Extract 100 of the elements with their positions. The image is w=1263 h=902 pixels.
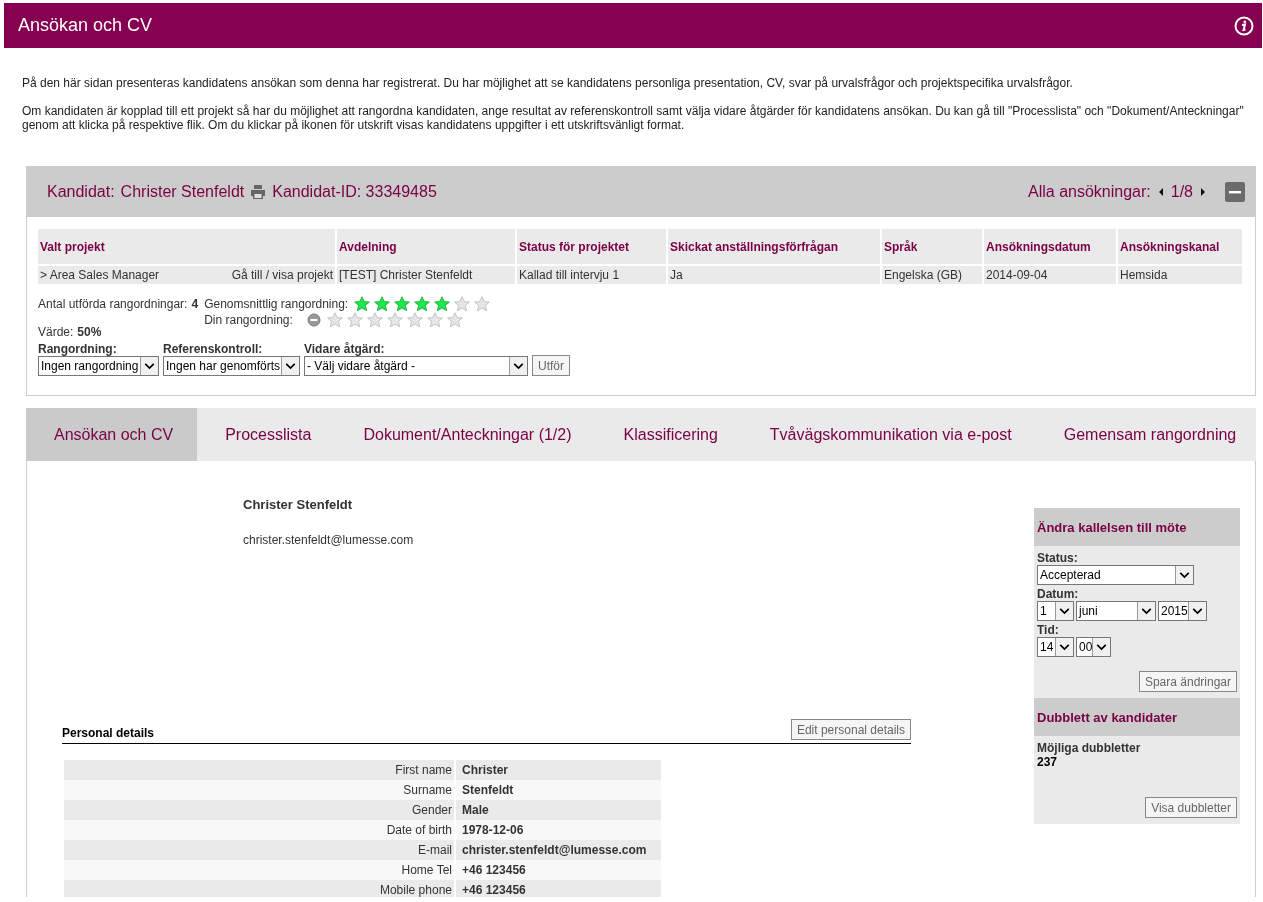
- page-title: Ansökan och CV: [18, 15, 153, 36]
- value-text: 50%: [77, 325, 102, 339]
- intro-paragraph: Om kandidaten är kopplad till ett projekt så har du möjlighet att rangordna kandidaten, ange resultat av referenskontroll samt välja vidare åtgärder för kandidatens ansökan. Du kan gå till "Processlista" och "Dokument/Anteckningar" genom att klicka på respektive flik. Om du klickar på ikonen för utskrift visas kandidatens uppgifter i ett utskriftsvänligt format.: [22, 104, 1245, 132]
- field-label: Tid:: [1037, 623, 1060, 637]
- tab[interactable]: Dokument/Anteckningar (1/2): [335, 408, 596, 461]
- field-value: christer.stenfeldt@lumesse.com: [456, 840, 661, 860]
- field-label: Rangordning:: [38, 342, 118, 356]
- project-link[interactable]: Gå till / visa projekt: [231, 268, 333, 282]
- caret-icon: [1175, 566, 1193, 584]
- dropdown[interactable]: 00: [1076, 637, 1111, 657]
- save-button[interactable]: Spara ändringar: [1138, 671, 1237, 692]
- pager-count: 1/8: [1170, 183, 1193, 201]
- next-button[interactable]: [1199, 186, 1207, 198]
- candidate-name: Christer Stenfeldt: [120, 183, 245, 201]
- column-header: Valt projekt: [38, 229, 335, 264]
- duplicates-count: 237: [1037, 755, 1059, 769]
- column-header: Ansökningskanal: [1118, 229, 1242, 264]
- field-label: Vidare åtgärd:: [304, 342, 386, 356]
- star-icon: [394, 296, 411, 312]
- printer-icon[interactable]: [250, 184, 267, 200]
- candidate-name: Christer Stenfeldt: [243, 497, 354, 512]
- field-label: E-mail: [64, 840, 454, 860]
- field-label: Gender: [64, 800, 454, 820]
- field-label: First name: [64, 760, 454, 780]
- candidate-label: Kandidat:: [47, 183, 115, 201]
- dropdown[interactable]: 1: [1037, 601, 1074, 621]
- table-cell: Kallad till intervju 1: [517, 266, 666, 284]
- section-title: Personal details: [62, 726, 155, 740]
- collapse-button[interactable]: [1225, 182, 1245, 202]
- field-label: Datum:: [1037, 587, 1080, 601]
- field-value: +46 123456: [456, 860, 661, 880]
- field-value: 1978-12-06: [456, 820, 661, 840]
- field-label: Mobile phone: [64, 880, 454, 897]
- show-duplicates-button[interactable]: Visa dubbletter: [1145, 797, 1237, 818]
- table-cell: Engelska (GB): [882, 266, 982, 284]
- star-icon: [406, 312, 423, 328]
- dropdown[interactable]: 14: [1037, 637, 1074, 657]
- dropdown[interactable]: Accepterad: [1037, 565, 1194, 585]
- star-icon: [434, 296, 451, 312]
- dropdown[interactable]: juni: [1076, 601, 1156, 621]
- caret-icon: [1188, 602, 1206, 620]
- star-icon: [446, 312, 463, 328]
- column-header: Skickat anställningsförfrågan: [668, 229, 880, 264]
- star-icon: [326, 312, 343, 328]
- tab[interactable]: Klassificering: [595, 408, 742, 461]
- caret-icon: [1055, 638, 1073, 656]
- field-label: Referenskontroll:: [163, 342, 264, 356]
- tab[interactable]: Tvåvägskommunikation via e-post: [741, 408, 1036, 461]
- ratings-count: 4: [191, 297, 199, 311]
- table-cell: [TEST] Christer Stenfeldt: [337, 266, 515, 284]
- column-header: Språk: [882, 229, 982, 264]
- tab[interactable]: Ansökan och CV: [26, 408, 198, 461]
- star-icon: [374, 296, 391, 312]
- panel-title: Ändra kallelsen till möte: [1034, 508, 1240, 546]
- applications-label: Alla ansökningar:: [1028, 183, 1151, 201]
- star-icon: [366, 312, 383, 328]
- candidate-email: christer.stenfeldt@lumesse.com: [243, 533, 415, 547]
- star-icon: [386, 312, 403, 328]
- field-value: Stenfeldt: [456, 780, 661, 800]
- star-icon: [354, 296, 371, 312]
- star-icon: [414, 296, 431, 312]
- dropdown[interactable]: Ingen har genomförts: [163, 356, 300, 376]
- star-icon: [426, 312, 443, 328]
- star-icon: [346, 312, 363, 328]
- field-value: Christer: [456, 760, 661, 780]
- duplicates-label: Möjliga dubbletter: [1037, 741, 1142, 755]
- caret-icon: [140, 357, 158, 375]
- tab[interactable]: Processlista: [197, 408, 336, 461]
- candidate-id: Kandidat-ID: 33349485: [272, 183, 437, 201]
- info-icon[interactable]: [1234, 15, 1254, 36]
- field-label: Home Tel: [64, 860, 454, 880]
- project-name: > Area Sales Manager: [40, 268, 160, 282]
- caret-icon: [1055, 602, 1073, 620]
- panel-title: Dubblett av kandidater: [1034, 698, 1240, 736]
- column-header: Avdelning: [337, 229, 515, 264]
- star-rating[interactable]: [354, 296, 491, 312]
- star-rating[interactable]: [326, 312, 463, 328]
- dropdown[interactable]: - Välj vidare åtgärd -: [304, 356, 528, 376]
- caret-icon: [1092, 638, 1110, 656]
- table-cell: 2014-09-04: [984, 266, 1116, 284]
- ratings-count-label: Antal utförda rangordningar:: [38, 297, 188, 311]
- star-icon: [454, 296, 471, 312]
- column-header: Ansökningsdatum: [984, 229, 1116, 264]
- table-cell: Ja: [668, 266, 880, 284]
- caret-icon: [281, 357, 299, 375]
- own-rating-label: Din rangordning:: [204, 313, 293, 327]
- field-label: Date of birth: [64, 820, 454, 840]
- dropdown[interactable]: 2015: [1158, 601, 1207, 621]
- dropdown[interactable]: Ingen rangordning: [38, 356, 159, 376]
- value-label: Värde:: [38, 325, 74, 339]
- edit-button[interactable]: Edit personal details: [790, 719, 911, 740]
- column-header: Status för projektet: [517, 229, 666, 264]
- execute-button[interactable]: Utför: [532, 355, 570, 376]
- field-label: Status:: [1037, 551, 1079, 565]
- caret-icon: [1137, 602, 1155, 620]
- table-cell: Hemsida: [1118, 266, 1242, 284]
- intro-paragraph: På den här sidan presenteras kandidatens ansökan som denna har registrerat. Du har möjlighet att se kandidatens personliga presentation, CV, svar på urvalsfrågor och projektspecifika urvalsfrågor.: [22, 76, 1074, 90]
- clear-rating-icon[interactable]: [306, 313, 321, 327]
- tab[interactable]: Gemensam rangordning: [1035, 408, 1261, 461]
- star-icon: [474, 296, 491, 312]
